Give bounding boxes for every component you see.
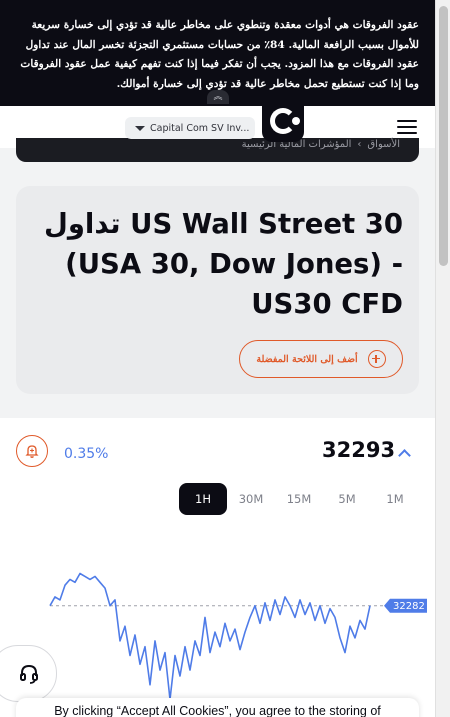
entity-select[interactable]: Capital Com SV Inv... xyxy=(125,117,255,139)
logo-dot xyxy=(292,117,300,125)
price-chart[interactable]: 32282 xyxy=(0,548,435,717)
caret-down-icon xyxy=(135,125,145,131)
tab-timeframe-1h[interactable]: 1H xyxy=(179,483,227,515)
instrument-title-card: تداول US Wall Street 30 (USA 30, Dow Jon… xyxy=(16,186,419,394)
price-alert-button[interactable] xyxy=(16,435,48,467)
chevron-up-icon xyxy=(398,449,411,462)
hamburger-menu-icon[interactable] xyxy=(397,120,417,134)
price-series-line xyxy=(49,572,371,701)
entity-select-value: Capital Com SV Inv... xyxy=(150,122,250,134)
add-to-favourites-button[interactable]: أضف إلى اللائحة المفضلة xyxy=(239,340,403,378)
plus-circle-icon xyxy=(367,350,386,368)
reference-price-label: 32282 xyxy=(384,598,427,613)
breadcrumb: الأسواق›المؤشرات المالية الرئيسية xyxy=(239,139,403,150)
scrollbar-thumb[interactable] xyxy=(439,6,448,266)
cookie-consent-text: By clicking “Accept All Cookies”, you ag… xyxy=(54,704,381,717)
breadcrumb-item-markets[interactable]: الأسواق xyxy=(367,139,400,150)
support-button[interactable] xyxy=(0,645,57,702)
timeframe-tabs: 1H 30M 15M 5M 1M xyxy=(179,483,419,515)
breadcrumb-strip: الأسواق›المؤشرات المالية الرئيسية xyxy=(16,138,419,162)
logo-ring xyxy=(270,108,300,134)
current-price: 32293 xyxy=(322,438,396,462)
capital-com-logo[interactable] xyxy=(262,100,304,142)
add-to-favourites-label: أضف إلى اللائحة المفضلة xyxy=(256,353,358,365)
page-scrollbar[interactable] xyxy=(435,0,450,717)
breadcrumb-separator: › xyxy=(357,139,362,150)
tab-timeframe-1m[interactable]: 1M xyxy=(371,483,419,515)
page-title: تداول US Wall Street 30 (USA 30, Dow Jon… xyxy=(43,208,403,320)
bell-plus-icon xyxy=(25,445,39,458)
price-change: 0.35% xyxy=(64,446,109,462)
cookie-consent-bar: By clicking “Accept All Cookies”, you ag… xyxy=(16,698,419,717)
headset-icon xyxy=(20,664,38,684)
risk-warning-text: عقود الفروقات هي أدوات معقدة وتنطوي على … xyxy=(20,19,419,90)
tab-timeframe-5m[interactable]: 5M xyxy=(323,483,371,515)
tab-timeframe-15m[interactable]: 15M xyxy=(275,483,323,515)
tab-timeframe-30m[interactable]: 30M xyxy=(227,483,275,515)
double-chevron-up-icon[interactable]: ︽ xyxy=(207,90,229,104)
chart-panel: 0.35% 32293 1H 30M 15M 5M 1M 32282 xyxy=(0,418,435,717)
reference-price-value: 32282 xyxy=(393,601,425,612)
